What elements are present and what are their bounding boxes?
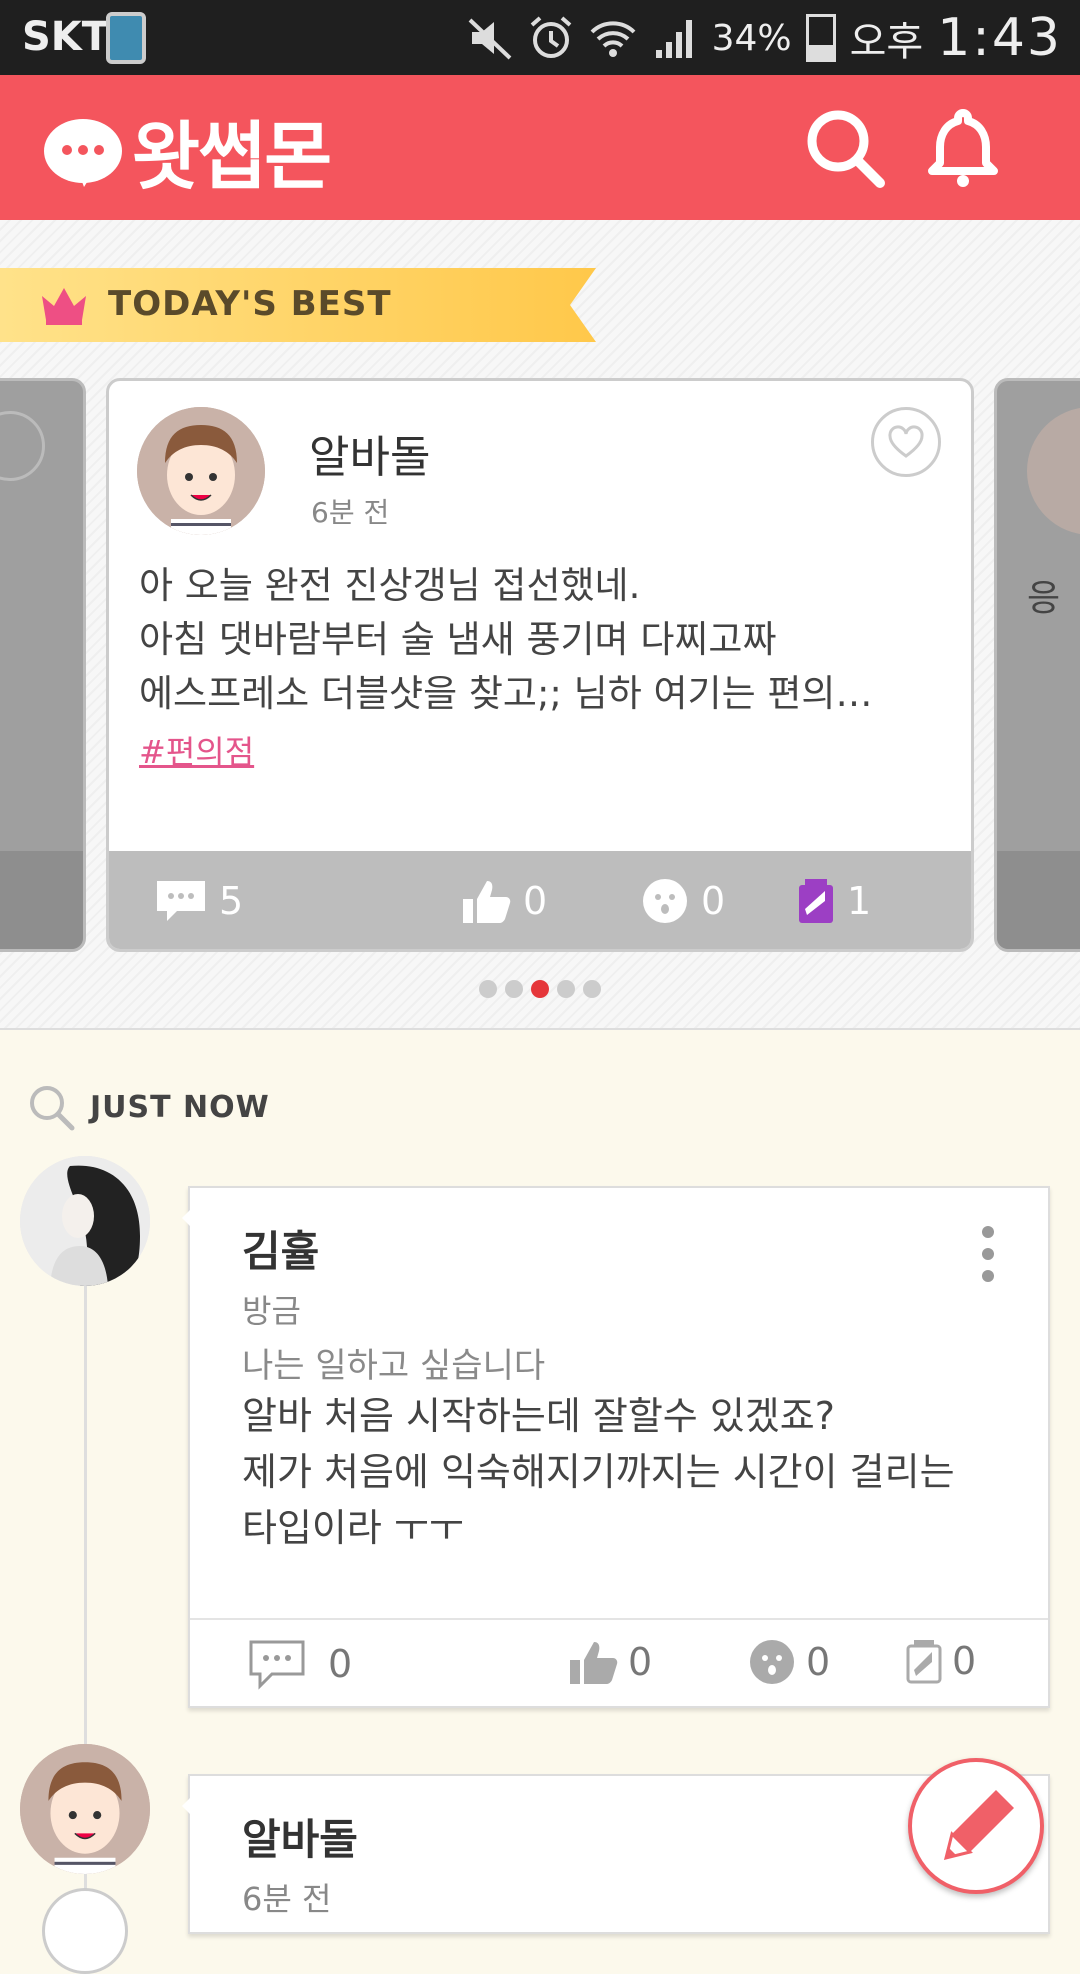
thumbs-up-icon [463, 881, 511, 923]
energy-drink-icon [799, 879, 833, 923]
comment-count[interactable]: 0 [248, 1638, 352, 1690]
author-name[interactable]: 알바돌 [242, 1806, 358, 1867]
energy-count-value: 0 [952, 1639, 977, 1683]
energy-drink-icon [906, 1640, 942, 1684]
avatar[interactable] [20, 1744, 150, 1874]
best-card[interactable]: 알바돌 6분 전 아 오늘 완전 진상갱님 접선했네. 아침 댓바람부터 술 냄… [106, 378, 974, 952]
sad-count[interactable]: 0 [748, 1638, 830, 1686]
battery-icon [805, 14, 836, 62]
heart-icon [888, 425, 924, 458]
post-line: 제가 처음에 익숙해지기까지는 시간이 걸리는 [242, 1450, 955, 1494]
post-line: 아 오늘 완전 진상갱님 접선했네. [139, 564, 641, 607]
carrier-label: SKT [22, 14, 110, 60]
comment-count-value: 0 [328, 1642, 353, 1686]
like-count-value: 0 [628, 1640, 653, 1684]
post-time: 6분 전 [311, 496, 390, 529]
sad-face-icon [750, 1640, 794, 1684]
status-bar: SKT 34% 오후 1:43 [0, 0, 1080, 75]
todays-best-ribbon: TODAY'S BEST [0, 268, 596, 342]
hashtag-link[interactable]: #편의점 [139, 727, 254, 773]
sad-count[interactable]: 0 [641, 877, 725, 925]
crown-icon [42, 288, 86, 325]
page-dot[interactable] [505, 980, 523, 998]
wifi-icon [588, 16, 638, 60]
mute-icon [468, 16, 514, 60]
phone-icon [106, 12, 146, 64]
page-dot-active[interactable] [531, 980, 549, 998]
sad-count-value: 0 [701, 879, 726, 923]
page-dot[interactable] [583, 980, 601, 998]
post-line: 알바 처음 시작하는데 잘할수 있겠죠? [242, 1394, 835, 1438]
thumbs-up-icon [570, 1642, 618, 1684]
heart-icon [0, 411, 45, 481]
search-icon [30, 1086, 75, 1131]
card-footer: 5 0 0 1 [109, 851, 971, 949]
post-line: 아침 댓바람부터 술 냄새 풍기며 다찌고짜 [139, 618, 777, 661]
post-line: 타입이라 ㅜㅜ [242, 1506, 464, 1550]
like-heart-button[interactable] [871, 407, 941, 477]
like-count[interactable]: 0 [461, 877, 547, 925]
comment-icon [249, 1640, 305, 1690]
post-body[interactable]: 알바 처음 시작하는데 잘할수 있겠죠? 제가 처음에 익숙해지기까지는 시간이… [242, 1388, 1022, 1556]
logo-text: 왓썹몬 [132, 114, 332, 200]
signal-icon [652, 16, 698, 60]
battery-percent: 34% [711, 17, 792, 59]
just-now-header: JUST NOW [26, 1082, 270, 1132]
app-header: 왓썹몬 [0, 75, 1080, 232]
carousel-pagination[interactable] [0, 980, 1080, 998]
bell-icon [928, 109, 998, 187]
best-card-prev[interactable] [0, 378, 86, 952]
next-card-text: 응 [1027, 578, 1061, 619]
post-line: 에스프레소 더블샷을 찾고;; 님하 여기는 편의… [139, 672, 873, 715]
ribbon-label: TODAY'S BEST [108, 284, 392, 324]
app-logo[interactable]: 왓썹몬 [44, 97, 332, 204]
search-icon [807, 110, 885, 188]
write-post-button[interactable] [908, 1758, 1044, 1894]
post-footer: 0 0 0 0 [190, 1618, 1048, 1706]
energy-count[interactable]: 1 [797, 877, 871, 925]
post-subtitle: 나는 일하고 싶습니다 [242, 1346, 546, 1386]
todays-best-section: TODAY'S BEST 알바돌 6분 전 아 오늘 완전 진상갱님 접선했네.… [0, 220, 1080, 1030]
comment-count-value: 5 [219, 879, 244, 923]
feed-post[interactable]: 김휼 방금 나는 일하고 싶습니다 알바 처음 시작하는데 잘할수 있겠죠? 제… [182, 1186, 1050, 1708]
page-dot[interactable] [557, 980, 575, 998]
comment-icon [157, 881, 205, 921]
sad-face-icon [643, 879, 687, 923]
post-time: 방금 [242, 1292, 301, 1330]
alarm-icon [528, 15, 574, 61]
post-time: 6분 전 [242, 1880, 332, 1918]
post-body[interactable]: 아 오늘 완전 진상갱님 접선했네. 아침 댓바람부터 술 냄새 풍기며 다찌고… [139, 559, 899, 721]
sad-count-value: 0 [806, 1640, 831, 1684]
comment-count[interactable]: 5 [155, 877, 243, 925]
more-options-icon[interactable] [982, 1226, 994, 1292]
avatar[interactable] [137, 407, 265, 535]
search-button[interactable] [800, 103, 890, 193]
energy-count-value: 1 [847, 879, 872, 923]
ampm-label: 오후 [849, 19, 924, 65]
pencil-icon [943, 1790, 1014, 1861]
avatar[interactable] [20, 1156, 150, 1286]
chat-bubble-icon [44, 118, 122, 187]
like-count[interactable]: 0 [568, 1638, 652, 1686]
like-count-value: 0 [523, 879, 548, 923]
heart-icon[interactable] [42, 1888, 128, 1974]
clock: 1:43 [937, 8, 1062, 68]
author-name[interactable]: 알바돌 [309, 421, 430, 485]
just-now-label: JUST NOW [90, 1089, 270, 1125]
page-dot[interactable] [479, 980, 497, 998]
energy-count[interactable]: 0 [906, 1638, 976, 1684]
avatar [1027, 407, 1080, 535]
author-name[interactable]: 김휼 [242, 1218, 319, 1279]
notification-button[interactable] [918, 103, 1008, 193]
best-card-next[interactable]: 응 [994, 378, 1080, 952]
